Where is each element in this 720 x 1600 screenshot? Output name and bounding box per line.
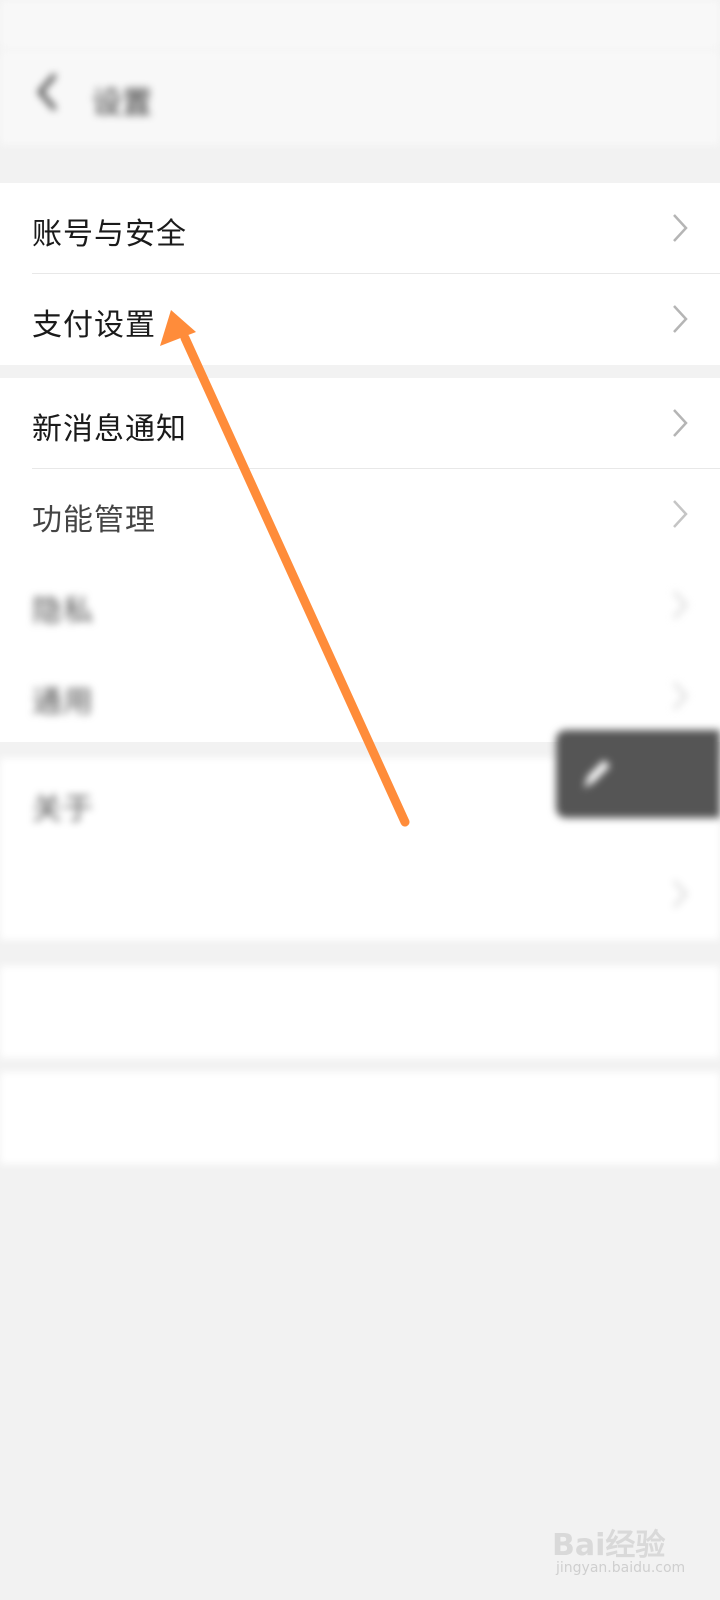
settings-item-help[interactable]	[0, 849, 720, 940]
watermark-brand: Bai经验	[552, 1528, 666, 1563]
top-bar: 设置	[0, 50, 720, 145]
watermark-url: jingyan.baidu.com	[556, 1560, 686, 1576]
settings-group-account: 账号与安全 支付设置	[0, 183, 720, 365]
settings-group-general: 新消息通知 功能管理 隐私 通用	[0, 378, 720, 742]
settings-item-label: 账号与安全	[32, 217, 187, 252]
watermark: Bai经验 jingyan.baidu.com	[552, 1514, 702, 1584]
settings-item-features[interactable]: 功能管理	[0, 469, 720, 560]
pen-icon	[584, 760, 610, 788]
chevron-right-icon	[673, 214, 688, 242]
chevron-right-icon	[673, 305, 688, 333]
settings-item-general[interactable]: 通用	[0, 651, 720, 742]
floating-feedback-button[interactable]	[556, 730, 720, 818]
chevron-right-icon	[673, 880, 688, 908]
chevron-right-icon	[673, 500, 688, 528]
settings-item-account-security[interactable]: 账号与安全	[0, 183, 720, 274]
settings-item-label: 新消息通知	[32, 412, 187, 447]
settings-item-payment[interactable]: 支付设置	[0, 274, 720, 365]
status-bar	[0, 0, 720, 50]
page-title: 设置	[92, 86, 152, 121]
settings-item-label: 隐私	[32, 594, 94, 629]
back-arrow-icon[interactable]	[32, 72, 62, 112]
settings-item-privacy[interactable]: 隐私	[0, 560, 720, 651]
switch-account-button[interactable]	[0, 966, 720, 1058]
settings-item-label: 关于	[32, 792, 94, 827]
logout-button[interactable]	[0, 1072, 720, 1164]
settings-item-notifications[interactable]: 新消息通知	[0, 378, 720, 469]
chevron-right-icon	[673, 591, 688, 619]
settings-item-label: 功能管理	[32, 503, 156, 538]
chevron-right-icon	[673, 682, 688, 710]
settings-item-label: 通用	[32, 685, 94, 720]
settings-item-label: 支付设置	[32, 308, 156, 343]
chevron-right-icon	[673, 409, 688, 437]
